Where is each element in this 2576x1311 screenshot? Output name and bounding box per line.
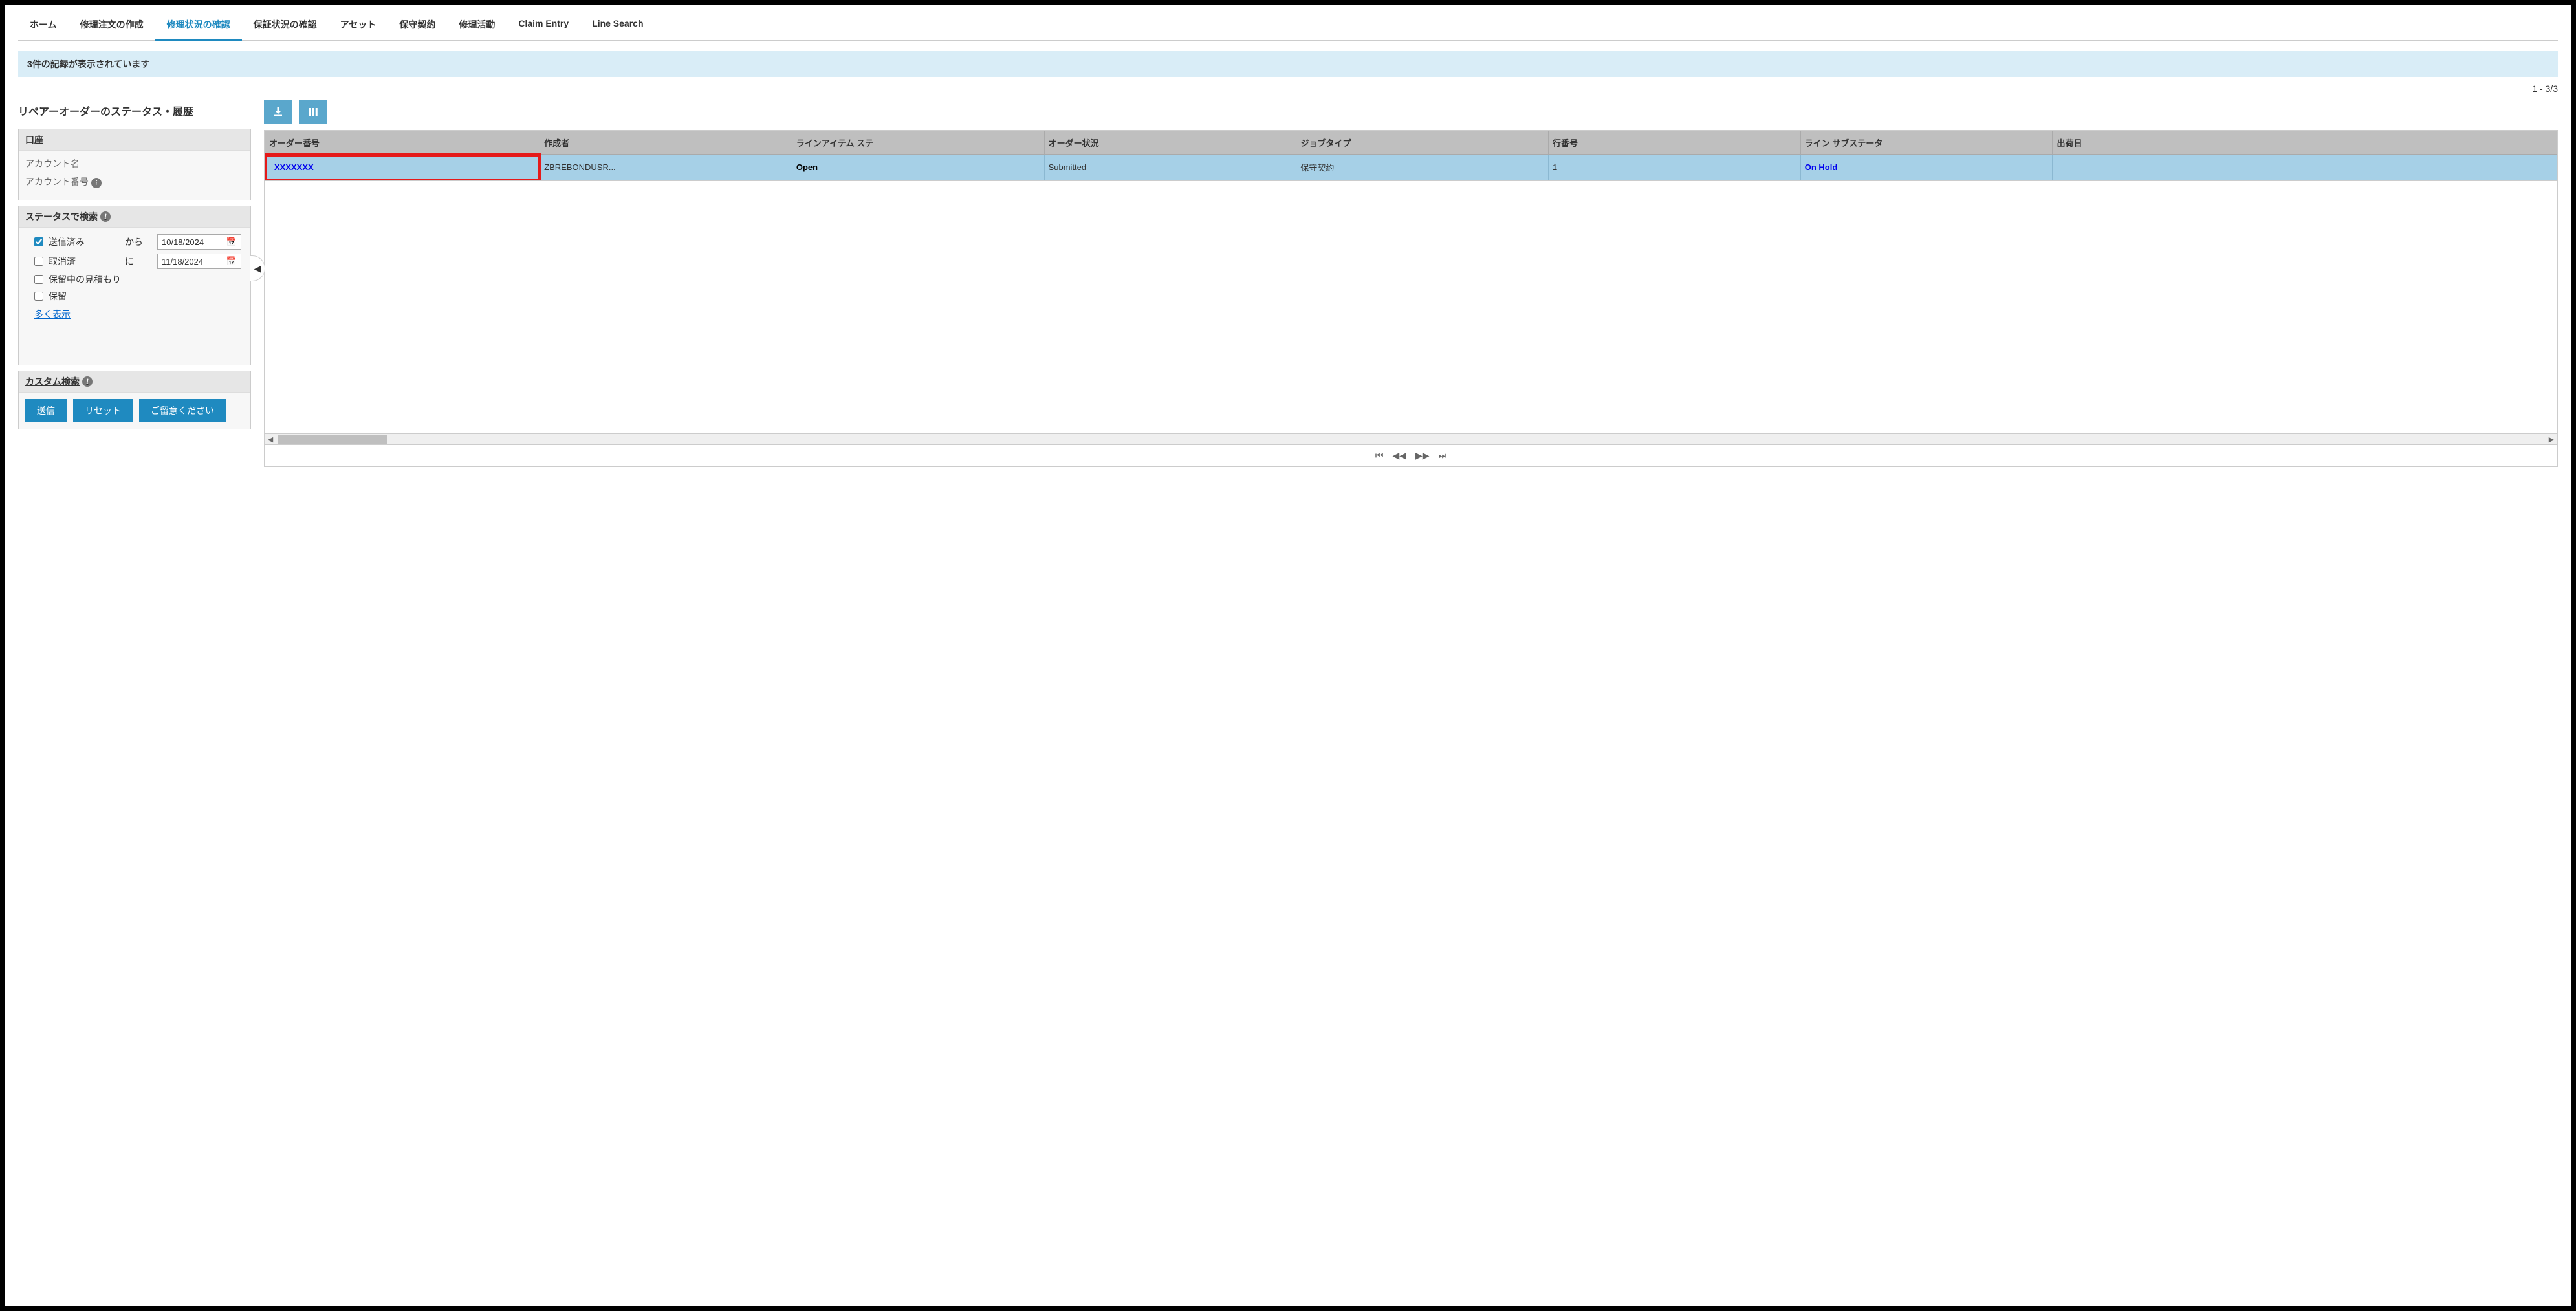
tab-repair-status[interactable]: 修理状況の確認 [155,10,242,41]
pager-first[interactable]: ⏮ [1375,450,1384,461]
results-table: オーダー番号 作成者 ラインアイテム ステ オーダー状況 ジョブタイプ 行番号 … [264,130,2558,181]
checkbox-cancelled-input[interactable] [34,257,43,266]
info-icon[interactable]: i [82,376,93,387]
col-order-no[interactable]: オーダー番号 [265,131,540,155]
nav-tabs: ホーム 修理注文の作成 修理状況の確認 保証状況の確認 アセット 保守契約 修理… [18,10,2558,41]
cell-job-type: 保守契約 [1296,155,1549,180]
tab-warranty-status[interactable]: 保証状況の確認 [242,10,329,40]
tab-repair-activity[interactable]: 修理活動 [447,10,507,40]
custom-search-panel: カスタム検索 i 送信 リセット ご留意ください [18,371,251,429]
cell-order-no[interactable]: XXXXXXX [265,155,540,180]
pager-last[interactable]: ⏭ [1439,450,1447,461]
cell-line-item-status: Open [792,155,1044,180]
col-line-no[interactable]: 行番号 [1549,131,1801,155]
sidebar-title: リペアーオーダーのステータス・履歴 [18,103,251,118]
checkbox-on-hold[interactable]: 保留 [34,290,241,303]
from-label: から [125,235,157,248]
checkbox-pending-quote[interactable]: 保留中の見積もり [34,273,241,286]
records-info-bar: 3件の記録が表示されています [18,51,2558,77]
cell-ship-date [2053,155,2557,180]
tab-line-search[interactable]: Line Search [580,10,655,40]
checkbox-sent-label: 送信済み [49,235,85,248]
calendar-icon[interactable]: 📅 [226,256,237,266]
scroll-left-arrow[interactable]: ◀ [265,435,276,444]
account-panel-header: 口座 [19,129,250,151]
tab-claim-entry[interactable]: Claim Entry [507,10,580,40]
checkbox-sent-input[interactable] [34,237,43,246]
calendar-icon[interactable]: 📅 [226,237,237,247]
status-panel-header[interactable]: ステータスで検索 i [19,206,250,228]
status-panel: ステータスで検索 i 送信済み から 10/18/2024 📅 [18,206,251,365]
date-to-input[interactable]: 11/18/2024 📅 [157,254,241,269]
tab-create-repair[interactable]: 修理注文の作成 [69,10,155,40]
table-header-row: オーダー番号 作成者 ラインアイテム ステ オーダー状況 ジョブタイプ 行番号 … [265,131,2557,155]
download-icon [272,106,284,118]
pager-prev[interactable]: ◀◀ [1392,450,1406,461]
col-order-status[interactable]: オーダー状況 [1044,131,1296,155]
custom-search-header[interactable]: カスタム検索 i [19,371,250,393]
account-panel: 口座 アカウント名 アカウント番号 i [18,129,251,200]
col-ship-date[interactable]: 出荷日 [2053,131,2557,155]
checkbox-on-hold-input[interactable] [34,292,43,301]
submit-button[interactable]: 送信 [25,399,67,422]
cell-order-status: Submitted [1044,155,1296,180]
reset-button[interactable]: リセット [73,399,133,422]
tab-home[interactable]: ホーム [18,10,69,40]
scroll-right-arrow[interactable]: ▶ [2546,435,2557,444]
checkbox-pending-quote-input[interactable] [34,275,43,284]
columns-button[interactable] [299,100,327,124]
account-name-label: アカウント名 [25,155,244,173]
pager-next[interactable]: ▶▶ [1415,450,1430,461]
info-icon[interactable]: i [91,178,102,188]
cell-line-no: 1 [1549,155,1801,180]
notice-button[interactable]: ご留意ください [139,399,226,422]
custom-search-text: カスタム検索 [25,375,80,388]
tab-asset[interactable]: アセット [329,10,388,40]
sidebar-collapse-handle[interactable]: ◀ [250,255,265,281]
download-button[interactable] [264,100,292,124]
cell-line-substatus[interactable]: On Hold [1800,155,2053,180]
col-line-substatus[interactable]: ライン サブステータ [1800,131,2053,155]
table-row[interactable]: XXXXXXX ZBREBONDUSR... Open Submitted 保守… [265,155,2557,180]
info-icon[interactable]: i [100,211,111,222]
table-empty-area [264,181,2558,433]
checkbox-cancelled-label: 取消済 [49,255,76,268]
page-count: 1 - 3/3 [18,77,2558,100]
tab-contract[interactable]: 保守契約 [387,10,447,40]
checkbox-cancelled[interactable]: 取消済 [34,255,125,268]
filter-sidebar: リペアーオーダーのステータス・履歴 口座 アカウント名 アカウント番号 i ステ… [18,100,251,467]
columns-icon [307,106,319,118]
pager: ⏮ ◀◀ ▶▶ ⏭ [264,445,2558,467]
date-from-input[interactable]: 10/18/2024 📅 [157,234,241,250]
checkbox-on-hold-label: 保留 [49,290,67,303]
horizontal-scrollbar[interactable]: ◀ ▶ [264,433,2558,445]
date-from-value: 10/18/2024 [162,237,204,247]
checkbox-pending-quote-label: 保留中の見積もり [49,273,121,286]
status-header-text: ステータスで検索 [25,210,98,223]
cell-creator: ZBREBONDUSR... [540,155,792,180]
account-number-label: アカウント番号 [25,177,89,187]
to-label: に [125,255,157,268]
show-more-link[interactable]: 多く表示 [19,303,71,321]
col-job-type[interactable]: ジョブタイプ [1296,131,1549,155]
checkbox-sent[interactable]: 送信済み [34,235,125,248]
col-creator[interactable]: 作成者 [540,131,792,155]
date-to-value: 11/18/2024 [162,257,203,266]
scroll-thumb[interactable] [278,435,387,444]
col-line-item-status[interactable]: ラインアイテム ステ [792,131,1044,155]
